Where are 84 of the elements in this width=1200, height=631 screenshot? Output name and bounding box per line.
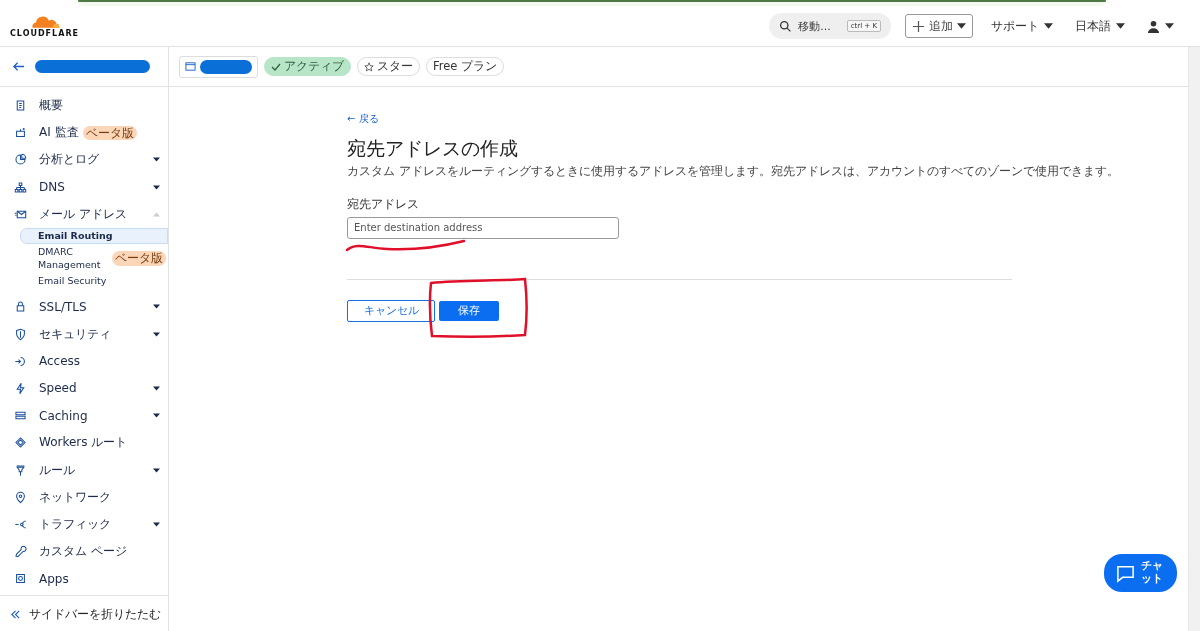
nav-icon — [14, 300, 27, 314]
sidebar-subitem[interactable]: DMARC Management ベータ版 — [20, 244, 168, 273]
double-chevron-left-icon — [10, 608, 21, 620]
collapse-sidebar-button[interactable]: サイドバーを折りたたむ — [0, 595, 168, 631]
nav-icon — [14, 126, 27, 140]
sidebar-label: メール アドレス — [39, 205, 127, 223]
caret-down-icon — [1116, 23, 1125, 29]
sidebar-item[interactable]: カスタム ページ — [0, 538, 168, 566]
star-icon — [364, 61, 374, 72]
add-button[interactable]: 追加 — [905, 14, 973, 38]
sidebar-item[interactable]: Apps — [0, 565, 168, 593]
chat-button[interactable]: チャット — [1103, 554, 1177, 592]
sidebar-label: カスタム ページ — [39, 543, 127, 561]
search-icon — [779, 19, 793, 33]
sidebar-item[interactable]: ネットワーク — [0, 483, 168, 511]
sidebar-label: 概要 — [39, 97, 63, 115]
field-label: 宛先アドレス — [347, 195, 420, 213]
nav-icon — [14, 436, 27, 450]
nav-icon — [14, 354, 27, 368]
nav-icon — [14, 99, 27, 113]
nav-icon — [14, 490, 27, 504]
sidebar-label: 分析とログ — [39, 151, 99, 169]
sidebar-item[interactable]: Access — [0, 347, 168, 375]
sidebar-item[interactable]: Speed — [0, 374, 168, 403]
nav-icon — [14, 545, 27, 559]
check-icon — [271, 61, 281, 72]
add-label: 追加 — [929, 17, 953, 35]
nav-icon — [14, 153, 27, 167]
user-icon — [1147, 19, 1160, 33]
chat-bubble-icon — [1115, 563, 1135, 583]
scrollbar[interactable] — [1188, 47, 1200, 631]
sidebar-item[interactable]: 分析とログ — [0, 146, 168, 174]
nav-icon — [14, 327, 27, 341]
sidebar-item[interactable]: Caching — [0, 402, 168, 430]
sidebar-label: セキュリティ — [39, 325, 111, 343]
beta-tag: ベータ版 — [82, 125, 137, 140]
status-tag: アクティブ — [264, 57, 351, 76]
caret-down-icon — [957, 23, 966, 29]
sidebar-item[interactable]: ルール — [0, 456, 168, 484]
nav-icon — [14, 180, 27, 194]
beta-tag: ベータ版 — [112, 251, 166, 266]
cancel-button[interactable]: キャンセル — [347, 299, 435, 322]
caret-down-icon — [1165, 23, 1174, 29]
sidebar-item[interactable]: AI 監査 ベータ版 — [0, 119, 168, 147]
sidebar-subitem[interactable]: Email Routing — [20, 227, 168, 245]
nav-icon — [14, 572, 27, 586]
sidebar-label: AI 監査 — [39, 124, 79, 142]
sidebar-label: ルール — [39, 461, 75, 479]
sidebar-item[interactable]: メール アドレス — [0, 200, 168, 228]
zone-selector[interactable] — [179, 55, 258, 78]
sidebar-label: ネットワーク — [39, 488, 111, 506]
sidebar-item[interactable]: Workers ルート — [0, 429, 168, 457]
page-title: 宛先アドレスの作成 — [347, 136, 519, 161]
save-button[interactable]: 保存 — [439, 300, 499, 321]
sidebar-item[interactable]: DNS — [0, 173, 168, 201]
destination-address-field[interactable]: Enter destination address — [347, 216, 619, 239]
logo-wordmark: CLOUDFLARE — [10, 28, 79, 38]
sidebar-label: Speed — [39, 381, 77, 396]
search-label: 移動... — [798, 18, 831, 34]
sidebar-item[interactable]: SSL/TLS — [0, 293, 168, 321]
nav-icon — [14, 463, 27, 477]
back-link[interactable]: ← 戻る — [347, 112, 379, 126]
sidebar-label: トラフィック — [39, 515, 111, 533]
sidebar-label: Access — [39, 354, 81, 369]
caret-down-icon — [1044, 23, 1053, 29]
plan-tag: Free プラン — [426, 57, 505, 76]
sidebar-label: SSL/TLS — [39, 299, 87, 314]
back-arrow-icon[interactable] — [12, 60, 25, 73]
star-button[interactable]: スター — [357, 57, 420, 76]
nav-icon — [14, 381, 27, 395]
sidebar-label: Apps — [39, 571, 69, 586]
sidebar-item[interactable]: トラフィック — [0, 510, 168, 538]
language-menu[interactable]: 日本語 — [1071, 17, 1129, 35]
sidebar-subitem[interactable]: Email Security — [20, 272, 168, 290]
sidebar-label: Workers ルート — [39, 434, 128, 452]
plus-icon — [912, 19, 925, 33]
support-menu[interactable]: サポート — [987, 17, 1057, 35]
sidebar-item[interactable]: セキュリティ — [0, 320, 168, 348]
page-description: カスタム アドレスをルーティングするときに使用するアドレスを管理します。宛先アドレスは、アカウントのすべてのゾーンで使用できます。 — [347, 164, 1119, 180]
sidebar-label: DNS — [39, 180, 65, 195]
sidebar-item[interactable]: 概要 — [0, 92, 168, 120]
browser-window-icon — [185, 61, 196, 72]
sidebar-label: Caching — [39, 408, 88, 423]
redaction-mark — [200, 59, 252, 74]
